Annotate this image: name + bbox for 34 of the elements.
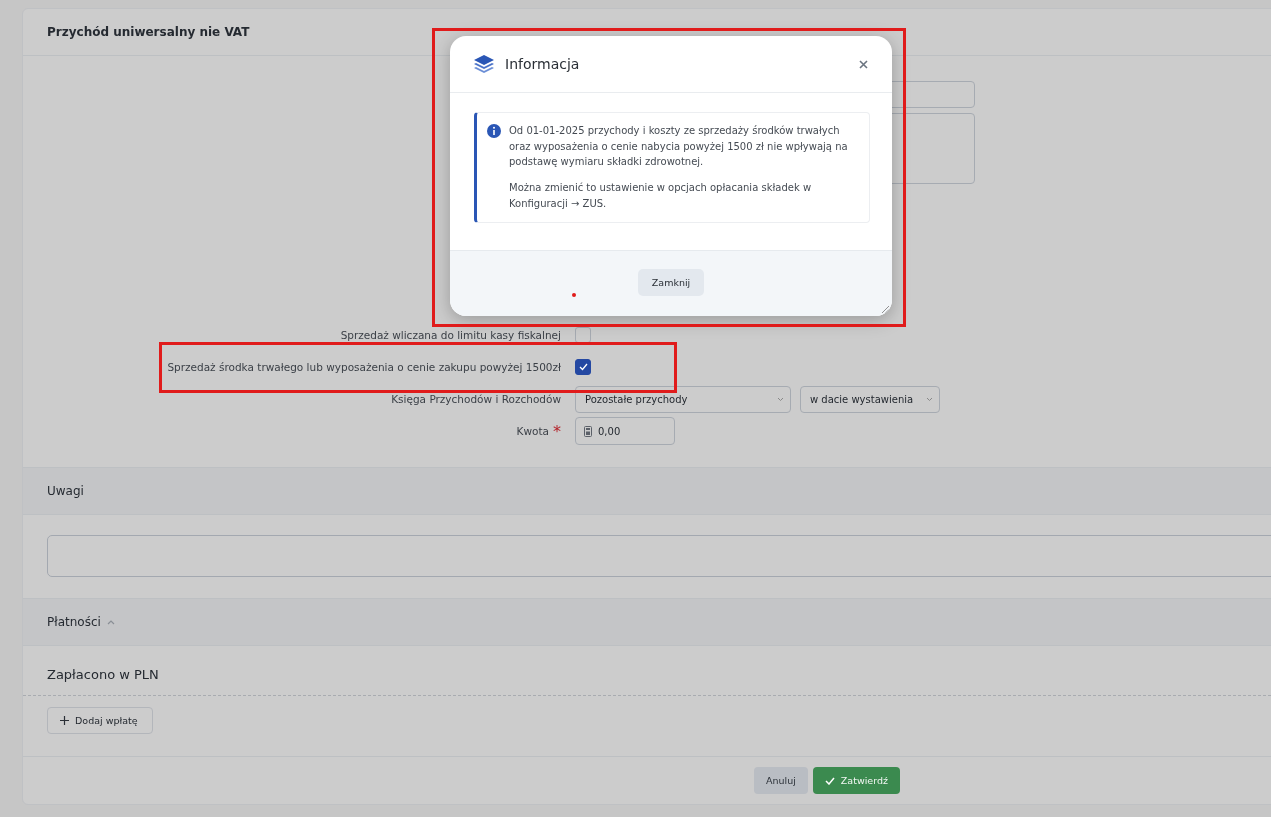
notes-field[interactable] (47, 535, 1271, 577)
checkbox[interactable] (575, 327, 591, 343)
select-field[interactable]: Pozostałe przychody (575, 385, 791, 413)
info-paragraph: Od 01-01-2025 przychody i koszty ze sprzedaży środków trwałych oraz wyposażenia o cenie nabycia powyżej 1500 zł nie wpływają na podstawę wymiaru składki zdrowotnej. (509, 124, 849, 170)
add-payment-button[interactable]: Dodaj wpłatę (47, 707, 153, 734)
layers-icon (474, 55, 494, 73)
info-paragraph: Można zmienić to ustawienie w opcjach opłacania składek w Konfiguracji → ZUS. (509, 181, 813, 211)
dialog-title: Informacja (505, 56, 581, 72)
field-label: Kwota (516, 425, 549, 437)
info-icon (487, 124, 501, 138)
form-title: Przychód uniwersalny nie VAT (47, 25, 250, 39)
chevron-down-icon (777, 396, 784, 402)
field-label: Sprzedaż środka trwałego lub wyposażenia o cenie zakupu powyżej 1500zł (167, 361, 561, 373)
resize-grip-icon[interactable] (881, 305, 889, 313)
select-field[interactable]: w dacie wystawienia (800, 385, 940, 413)
check-icon (578, 363, 588, 371)
check-icon (824, 776, 835, 785)
cancel-button[interactable]: Anuluj (754, 767, 808, 794)
annotation-dot (572, 293, 576, 297)
checkbox[interactable] (575, 359, 591, 375)
required-mark: * (553, 421, 561, 441)
plus-icon (60, 716, 69, 725)
close-button[interactable] (856, 57, 870, 71)
section-title: Płatności (47, 615, 101, 629)
amount-field[interactable]: 0,00 (575, 417, 675, 445)
calculator-icon (584, 425, 592, 437)
section-title: Uwagi (47, 484, 84, 498)
field-label: Sprzedaż wliczana do limitu kasy fiskalnej (340, 329, 561, 341)
close-dialog-button[interactable]: Zamknij (637, 269, 705, 296)
chevron-up-icon[interactable] (106, 619, 115, 625)
field-label: Księga Przychodów i Rozchodów (391, 393, 561, 405)
chevron-down-icon (926, 396, 933, 402)
confirm-button[interactable]: Zatwierdź (812, 767, 900, 794)
payment-subtitle: Zapłacono w PLN (47, 667, 159, 682)
